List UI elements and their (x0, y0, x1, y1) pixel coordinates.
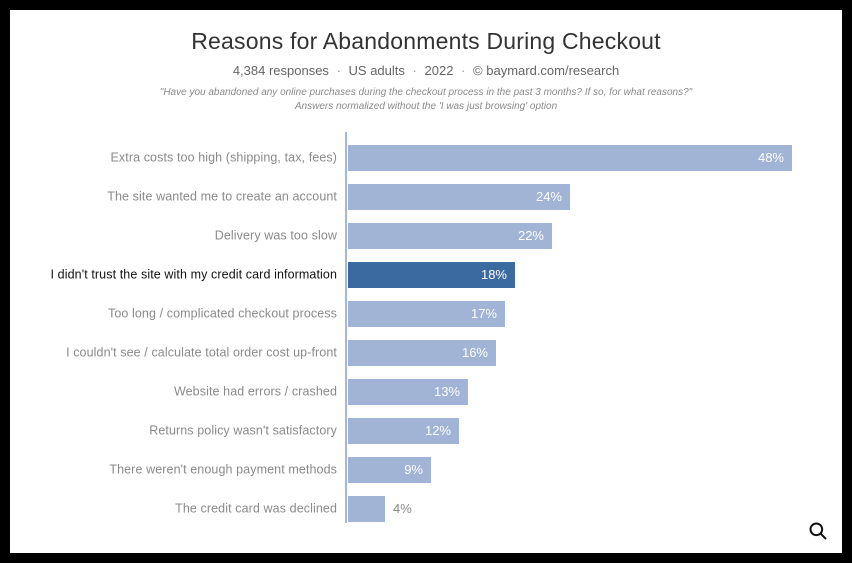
chart-row: I couldn't see / calculate total order c… (30, 333, 818, 372)
bar-value-label: 13% (348, 379, 468, 405)
bar-chart: Extra costs too high (shipping, tax, fee… (30, 132, 818, 523)
chart-row: Returns policy wasn't satisfactory 12% (30, 411, 818, 450)
chart-title: Reasons for Abandonments During Checkout (10, 28, 842, 55)
bar-area: 18% (348, 262, 818, 288)
row-label: I didn't trust the site with my credit c… (30, 267, 337, 282)
row-label: I couldn't see / calculate total order c… (30, 345, 337, 360)
subtitle-year: 2022 (425, 63, 454, 78)
chart-header: Reasons for Abandonments During Checkout… (10, 10, 842, 113)
separator-dot: · (461, 63, 465, 78)
row-label: Too long / complicated checkout process (30, 306, 337, 321)
chart-row: The credit card was declined 4% (30, 489, 818, 528)
survey-question: "Have you abandoned any online purchases… (10, 86, 842, 113)
bar-area: 22% (348, 223, 818, 249)
bar-value-label: 4% (385, 496, 435, 522)
magnify-icon[interactable] (808, 521, 828, 541)
row-label: Extra costs too high (shipping, tax, fee… (30, 150, 337, 165)
bar-value-label: 18% (348, 262, 515, 288)
bar-area: 16% (348, 340, 818, 366)
bar-area: 17% (348, 301, 818, 327)
chart-rows: Extra costs too high (shipping, tax, fee… (30, 138, 818, 528)
chart-row: There weren't enough payment methods 9% (30, 450, 818, 489)
bar-value-label: 12% (348, 418, 459, 444)
separator-dot: · (413, 63, 417, 78)
chart-row: Delivery was too slow 22% (30, 216, 818, 255)
subtitle-source: baymard.com/research (486, 63, 619, 78)
question-text: "Have you abandoned any online purchases… (10, 86, 842, 100)
question-note: Answers normalized without the 'I was ju… (10, 100, 842, 114)
row-label: Delivery was too slow (30, 228, 337, 243)
bar-value-label: 17% (348, 301, 505, 327)
separator-dot: · (337, 63, 341, 78)
bar-value-label: 48% (348, 145, 792, 171)
bar-area: 9% (348, 457, 818, 483)
chart-frame: Reasons for Abandonments During Checkout… (10, 10, 842, 553)
bar-value-label: 16% (348, 340, 496, 366)
row-label: The site wanted me to create an account (30, 189, 337, 204)
bar-area: 48% (348, 145, 818, 171)
bar-value-label: 9% (348, 457, 431, 483)
chart-row: The site wanted me to create an account 2… (30, 177, 818, 216)
row-label: The credit card was declined (30, 501, 337, 516)
chart-row: Website had errors / crashed 13% (30, 372, 818, 411)
subtitle-responses: 4,384 responses (233, 63, 329, 78)
bar-area: 13% (348, 379, 818, 405)
chart-subtitle: 4,384 responses · US adults · 2022 · © b… (10, 63, 842, 78)
row-label: There weren't enough payment methods (30, 462, 337, 477)
chart-row: Extra costs too high (shipping, tax, fee… (30, 138, 818, 177)
bar-value-label: 24% (348, 184, 570, 210)
bar (348, 496, 385, 522)
bar-value-label: 22% (348, 223, 552, 249)
chart-row: Too long / complicated checkout process 1… (30, 294, 818, 333)
chart-row: I didn't trust the site with my credit c… (30, 255, 818, 294)
bar-area: 24% (348, 184, 818, 210)
row-label: Returns policy wasn't satisfactory (30, 423, 337, 438)
subtitle-population: US adults (349, 63, 405, 78)
bar-area: 4% (348, 496, 818, 522)
subtitle-copyright: © (473, 63, 483, 78)
bar-area: 12% (348, 418, 818, 444)
row-label: Website had errors / crashed (30, 384, 337, 399)
